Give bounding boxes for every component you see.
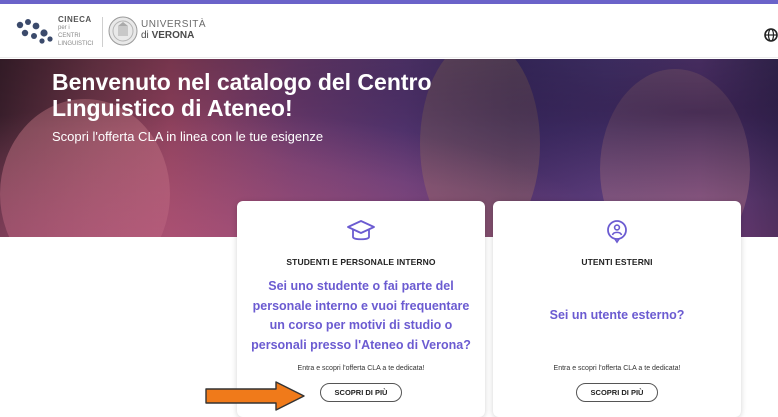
university-line2-bold: VERONA <box>151 30 195 41</box>
cineca-name: CINECA <box>58 15 92 24</box>
university-seal-icon[interactable] <box>108 16 138 46</box>
card-heading: UTENTI ESTERNI <box>581 257 653 267</box>
site-header: CINECA per i CENTRI LINGUISTICI UNIVERSI… <box>0 4 778 58</box>
hero-subtitle: Scopri l'offerta CLA in linea con le tue… <box>52 129 324 144</box>
header-divider <box>102 17 103 47</box>
hero-title: Benvenuto nel catalogo del Centro Lingui… <box>52 69 432 121</box>
scopri-di-piu-button-interni[interactable]: SCOPRI DI PIÙ <box>320 383 402 402</box>
card-question-link[interactable]: Sei un utente esterno? <box>503 306 731 326</box>
card-question-link[interactable]: Sei uno studente o fai parte del persona… <box>247 277 475 355</box>
cineca-logo-icon[interactable] <box>14 16 54 46</box>
card-hint: Entra e scopri l'offerta CLA a te dedica… <box>297 365 425 372</box>
cineca-sub3: LINGUISTICI <box>58 41 94 47</box>
scopri-di-piu-button-esterni[interactable]: SCOPRI DI PIÙ <box>576 383 658 402</box>
cineca-sub2: CENTRI <box>58 33 81 39</box>
university-line2-prefix: di <box>141 30 152 41</box>
card-hint: Entra e scopri l'offerta CLA a te dedica… <box>553 365 681 372</box>
cineca-wordmark: CINECA per i CENTRI LINGUISTICI <box>58 16 93 48</box>
globe-icon[interactable] <box>764 28 778 42</box>
user-location-icon <box>607 220 627 244</box>
university-wordmark: UNIVERSITÀ di VERONA <box>141 19 206 41</box>
graduation-cap-icon <box>347 220 375 241</box>
annotation-arrow-icon <box>205 381 305 411</box>
cineca-sub1: per i <box>58 25 70 31</box>
page: CINECA per i CENTRI LINGUISTICI UNIVERSI… <box>0 0 778 417</box>
card-utenti-esterni[interactable]: UTENTI ESTERNI Sei un utente esterno? En… <box>493 201 741 417</box>
card-heading: STUDENTI E PERSONALE INTERNO <box>286 257 436 267</box>
university-line1: UNIVERSITÀ <box>141 19 207 30</box>
university-line2: di VERONA <box>141 30 206 41</box>
